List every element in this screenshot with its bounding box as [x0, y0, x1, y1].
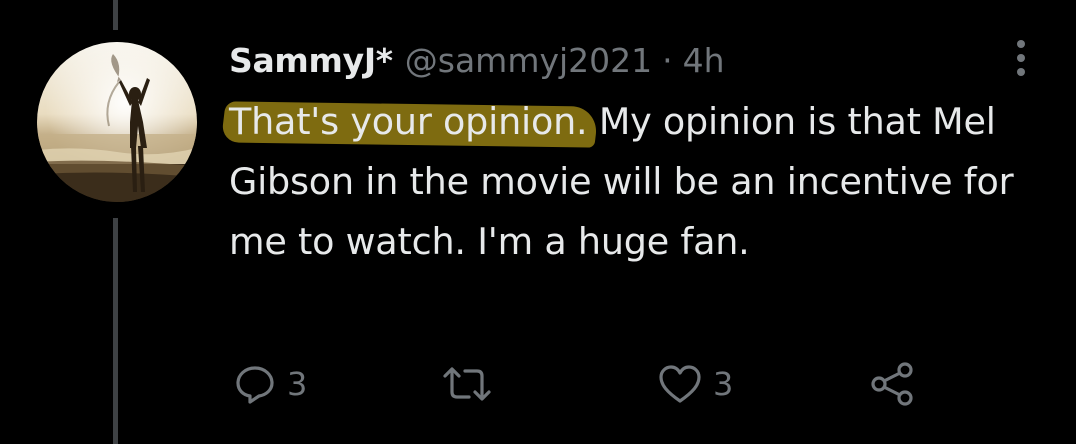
thread-line-top	[113, 0, 118, 30]
like-button[interactable]: 3	[657, 354, 733, 414]
reply-icon	[233, 362, 277, 406]
display-name[interactable]: SammyJ*	[229, 41, 393, 80]
separator-dot: ·	[662, 40, 673, 80]
avatar[interactable]	[37, 42, 197, 202]
user-handle[interactable]: @sammyj2021	[405, 41, 652, 80]
more-button[interactable]	[1007, 38, 1035, 78]
share-icon	[869, 360, 917, 408]
highlighted-text: That's your opinion.	[229, 100, 588, 143]
reply-button[interactable]: 3	[233, 354, 307, 414]
tweet-text: That's your opinion. My opinion is that …	[229, 92, 1019, 272]
share-button[interactable]	[869, 354, 917, 414]
retweet-icon	[439, 362, 495, 406]
heart-icon	[657, 362, 703, 406]
tweet-header: SammyJ* @sammyj2021 · 4h	[229, 38, 725, 82]
avatar-image	[37, 42, 197, 202]
like-count: 3	[713, 365, 734, 403]
action-bar: 3 3	[229, 354, 949, 414]
reply-count: 3	[287, 365, 308, 403]
timestamp[interactable]: 4h	[683, 41, 725, 80]
more-icon	[1017, 40, 1025, 76]
retweet-button[interactable]	[439, 354, 505, 414]
thread-line-bottom	[113, 218, 118, 444]
